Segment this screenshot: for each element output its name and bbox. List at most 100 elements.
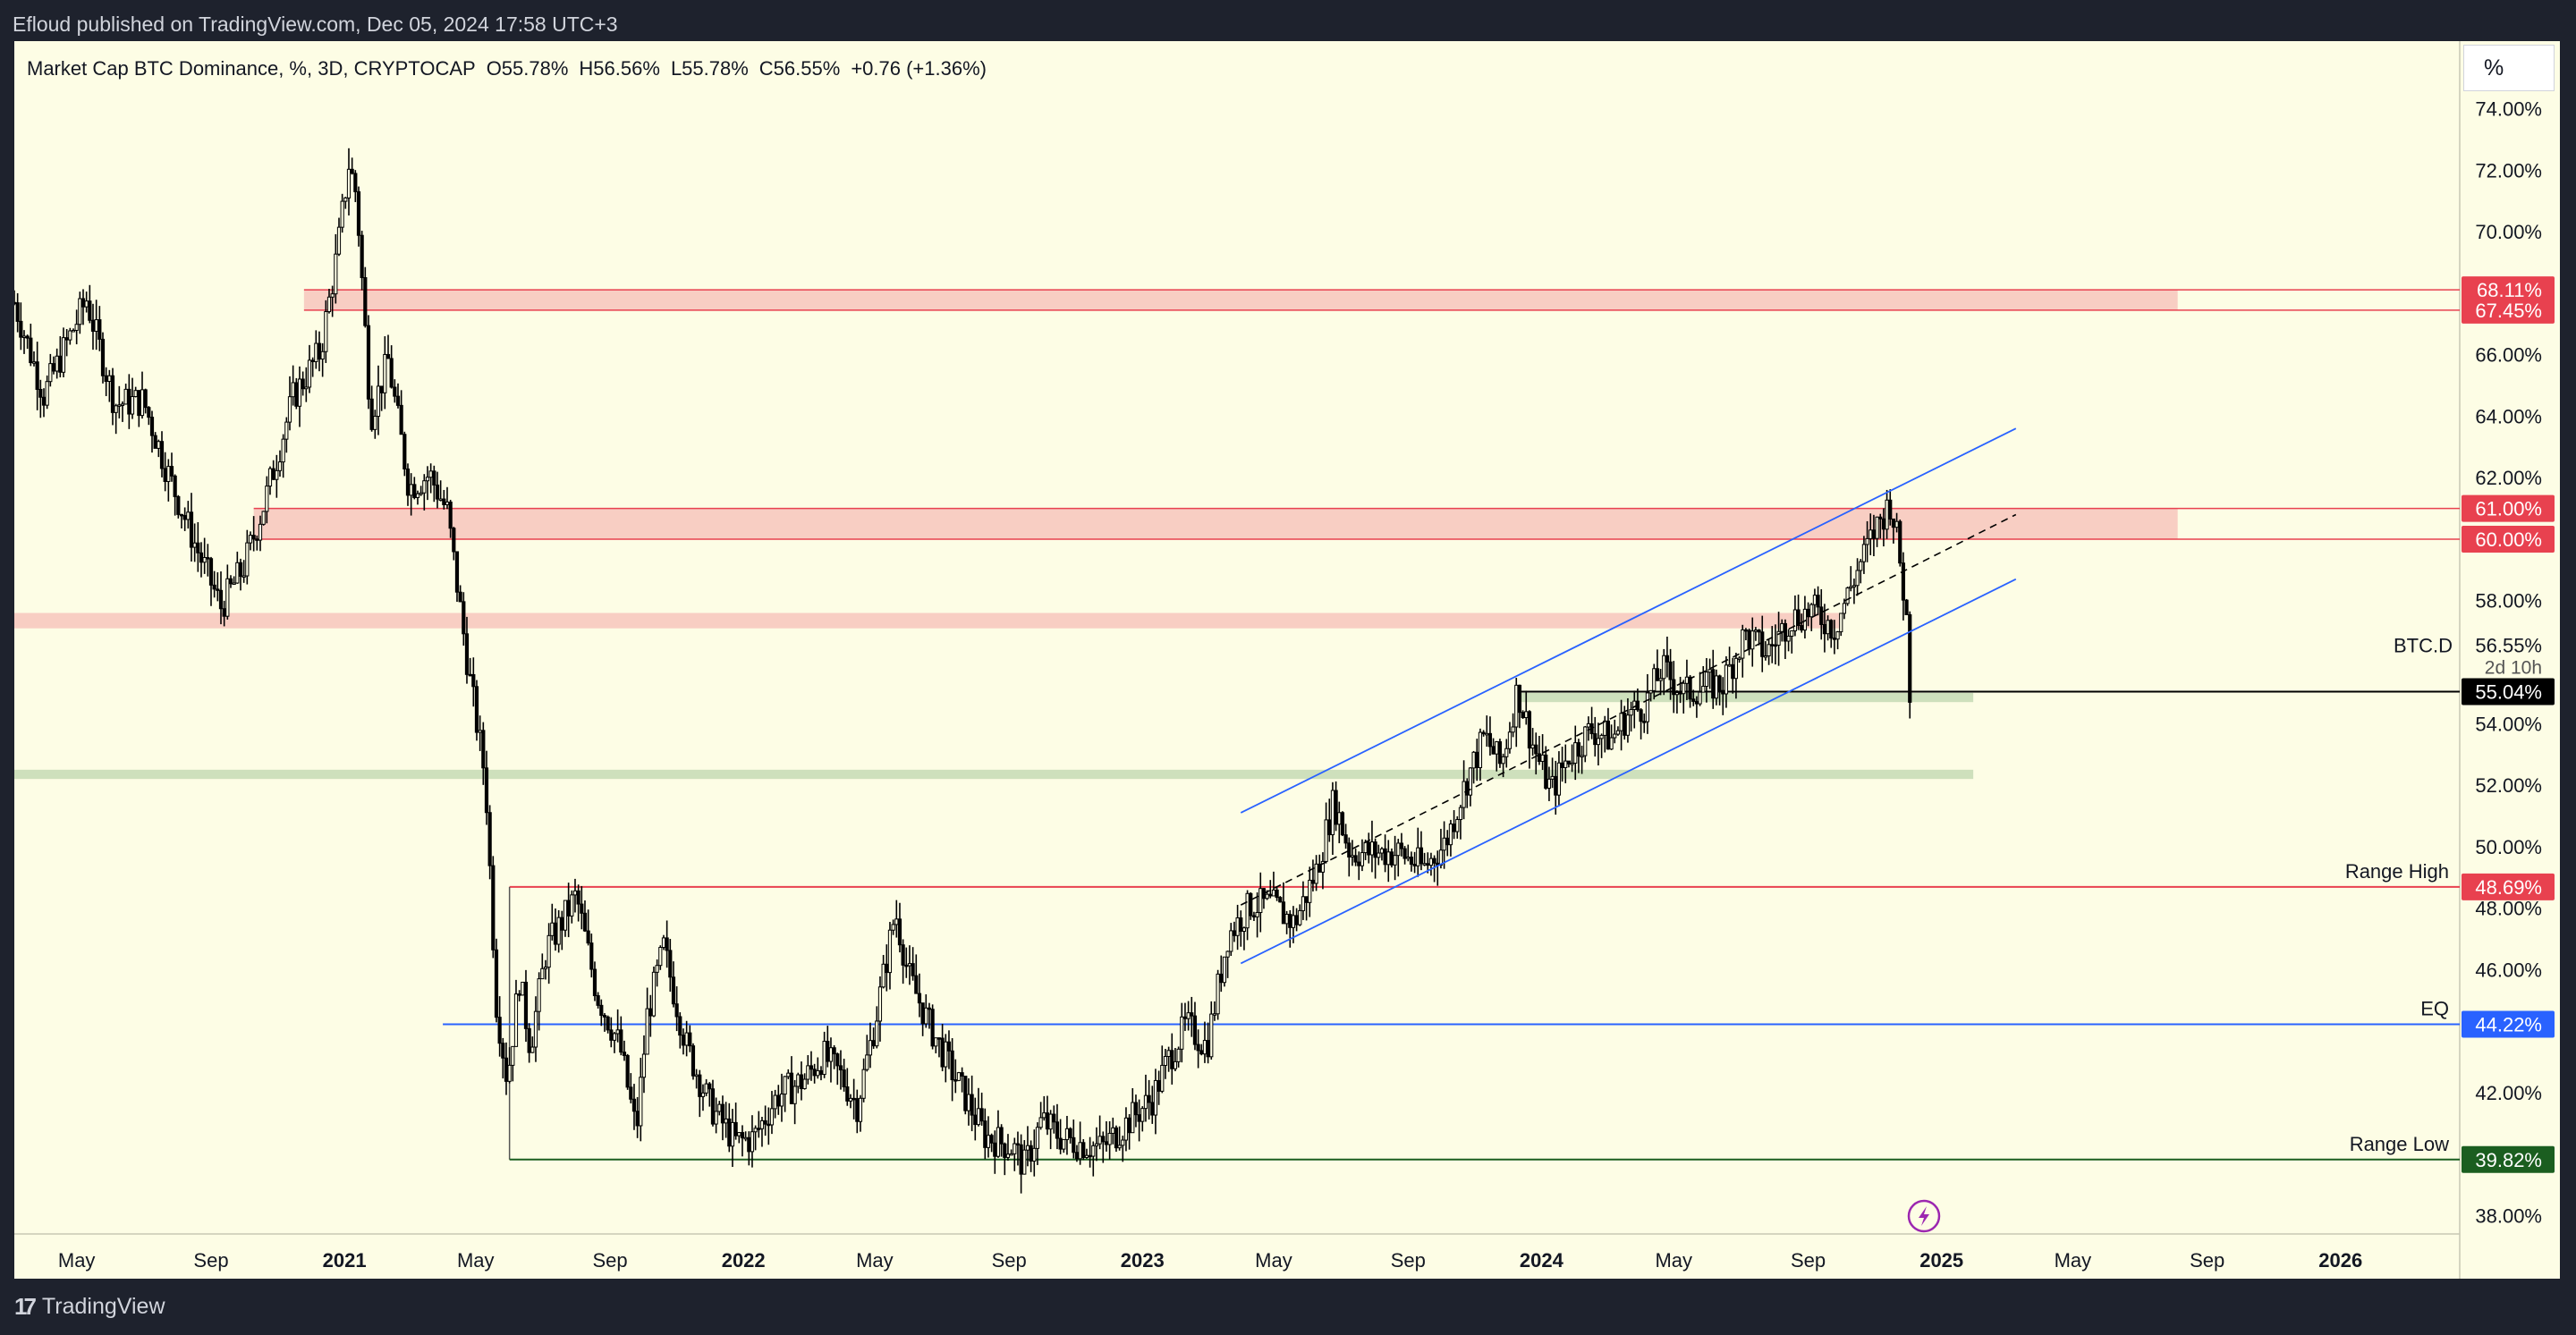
candle-body xyxy=(346,168,352,199)
candle-body xyxy=(45,381,49,406)
candle-body xyxy=(1753,629,1758,632)
candle-body xyxy=(1367,841,1371,856)
candle-body xyxy=(218,589,224,610)
candle-body xyxy=(622,1052,627,1056)
candle-body xyxy=(287,396,292,423)
candle-body xyxy=(140,389,145,417)
candle-body xyxy=(1163,1055,1168,1066)
candle-body xyxy=(894,918,899,925)
candle-body xyxy=(1327,819,1332,836)
scale-unit-button[interactable]: % xyxy=(2463,45,2555,91)
candle-body xyxy=(708,1083,712,1090)
candle-body xyxy=(776,1094,781,1107)
candle-body xyxy=(251,535,256,540)
x-tick-label: Sep xyxy=(593,1249,628,1272)
candle-body xyxy=(48,363,53,383)
price-tag-label: 60.00% xyxy=(2475,528,2542,551)
candle-body xyxy=(1251,915,1257,918)
candle-body xyxy=(639,1077,643,1127)
candle-body xyxy=(1609,737,1614,750)
candle-body xyxy=(487,812,492,866)
candle-body xyxy=(1707,669,1712,673)
candle-body xyxy=(668,950,673,978)
candle-body xyxy=(114,405,118,413)
candle-body xyxy=(64,337,69,341)
y-tick-label: 72.00% xyxy=(2475,159,2542,182)
candle-body xyxy=(104,375,108,383)
chart-pane[interactable]: Range High EQ Range Low 74.00% 72.00% 70.00%… xyxy=(14,41,2560,1279)
candle-body xyxy=(51,363,56,372)
candle-body xyxy=(182,515,187,520)
level-label: Range Low xyxy=(2350,1133,2449,1155)
x-tick-label: 2025 xyxy=(1919,1249,1963,1272)
y-tick-label: 74.00% xyxy=(2475,98,2542,121)
y-tick-label: 58.00% xyxy=(2475,590,2542,613)
candle-body xyxy=(1478,731,1483,769)
candle-body xyxy=(615,1029,620,1035)
resistance-zone xyxy=(14,613,1841,629)
candle-body xyxy=(1249,892,1253,917)
candle-body xyxy=(625,1054,630,1088)
candle-body xyxy=(678,1016,682,1036)
candle-body xyxy=(294,382,299,407)
candle-body xyxy=(1022,1149,1027,1175)
candle-body xyxy=(277,461,283,471)
candle-body xyxy=(1406,857,1411,859)
candle-body xyxy=(1623,713,1627,736)
candle-body xyxy=(599,1004,604,1017)
candle-body xyxy=(399,404,403,435)
candle-body xyxy=(769,1108,775,1126)
candle-body xyxy=(891,924,895,931)
candle-body xyxy=(491,865,496,951)
candle-body xyxy=(1074,1152,1080,1160)
candle-body xyxy=(1084,1154,1089,1158)
candle-body xyxy=(438,498,443,502)
candle-body xyxy=(415,493,420,498)
candle-body xyxy=(822,1041,826,1076)
candle-body xyxy=(989,1135,994,1144)
candle-body xyxy=(1432,858,1436,864)
candle-body xyxy=(1009,1153,1013,1156)
candle-body xyxy=(979,1108,984,1122)
candle-body xyxy=(379,385,384,393)
candle-body xyxy=(1334,790,1338,825)
candle-body xyxy=(58,355,63,373)
candle-body xyxy=(645,1008,649,1055)
candle-body xyxy=(651,971,657,1017)
candle-body xyxy=(1908,613,1912,703)
candle-body xyxy=(149,417,155,436)
candle-body xyxy=(747,1136,751,1153)
candle-body xyxy=(1583,726,1588,756)
candle-body xyxy=(1556,762,1562,796)
price-chart[interactable]: Range High EQ Range Low 74.00% 72.00% 70.00%… xyxy=(14,41,2560,1279)
candle-body xyxy=(1504,748,1509,757)
tradingview-logo-icon: 17 xyxy=(14,1293,37,1320)
x-tick-label: May xyxy=(2055,1249,2092,1272)
candle-body xyxy=(698,1074,702,1097)
candle-body xyxy=(1003,1143,1007,1158)
candle-body xyxy=(1891,518,1896,528)
candle-body xyxy=(334,253,338,295)
zones-layer xyxy=(14,289,2460,780)
candle-body xyxy=(1786,635,1791,642)
symbol-legend: Market Cap BTC Dominance, %, 3D, CRYPTOC… xyxy=(27,57,997,80)
candle-body xyxy=(629,1086,633,1100)
candle-body xyxy=(304,386,309,390)
candle-body xyxy=(1491,746,1496,755)
candle-body xyxy=(901,944,905,966)
candle-body xyxy=(1235,917,1240,936)
candle-body xyxy=(1182,1016,1188,1019)
candle-body xyxy=(1255,912,1259,917)
candle-body xyxy=(1546,778,1552,789)
candle-body xyxy=(1291,915,1296,928)
candle-body xyxy=(1117,1145,1122,1149)
candle-body xyxy=(809,1065,814,1070)
candle-body xyxy=(966,1094,971,1111)
candle-body xyxy=(373,416,377,430)
candle-body xyxy=(1648,689,1653,694)
candle-body xyxy=(828,1047,834,1062)
candle-body xyxy=(1137,1114,1141,1122)
candle-body xyxy=(1241,927,1247,933)
candle-body xyxy=(1809,604,1814,618)
candle-body xyxy=(15,302,20,322)
